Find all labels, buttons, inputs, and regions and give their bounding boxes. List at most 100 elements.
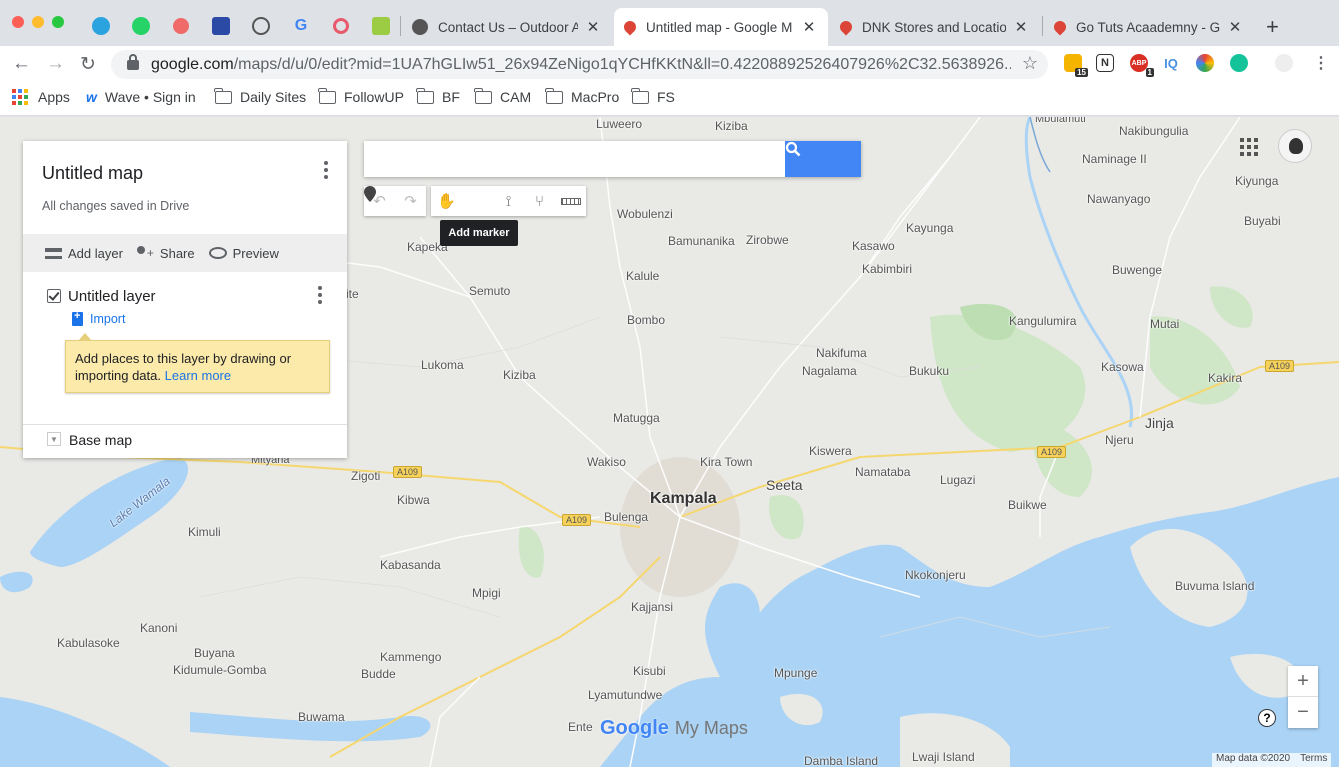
- extension-calendar-icon[interactable]: 15: [1064, 54, 1088, 77]
- tab-contact-us[interactable]: Contact Us – Outdoor Ad ✕: [402, 8, 612, 46]
- map-label: Luweero: [596, 117, 643, 131]
- select-items-button[interactable]: ✋: [431, 186, 462, 216]
- extension-grammarly-icon[interactable]: [1230, 54, 1248, 72]
- bookmark-star-icon[interactable]: ☆: [1022, 53, 1038, 74]
- add-marker-button[interactable]: [364, 186, 493, 216]
- draw-line-button[interactable]: ⟟: [493, 186, 524, 216]
- asana-pinned-tab[interactable]: [168, 13, 194, 39]
- base-map-label[interactable]: Base map: [69, 432, 132, 448]
- close-tab-icon[interactable]: ✕: [1012, 18, 1030, 36]
- map-label: Kanoni: [140, 621, 178, 635]
- bookmark-folder-macpro[interactable]: MacPro: [545, 87, 619, 105]
- layer-options-icon[interactable]: [310, 285, 330, 305]
- map-label: Mpigi: [472, 586, 501, 600]
- import-link[interactable]: Import: [72, 310, 125, 326]
- map-label: Nakibungulia: [1119, 124, 1189, 138]
- wordpress-pinned-tab[interactable]: [248, 13, 274, 39]
- search-button[interactable]: [785, 141, 861, 177]
- new-tab-button[interactable]: +: [1266, 14, 1279, 40]
- close-window-button[interactable]: [12, 16, 24, 28]
- globe-icon: [412, 19, 428, 35]
- map-label: Ente: [568, 720, 593, 734]
- tab-bar: G Contact Us – Outdoor Ad ✕ Untitled map…: [0, 0, 1339, 46]
- google-pinned-tab[interactable]: G: [288, 13, 314, 39]
- map-label: Buwenge: [1112, 263, 1163, 277]
- extension-iq-icon[interactable]: IQ: [1162, 54, 1180, 72]
- reload-button[interactable]: ↻: [80, 53, 96, 76]
- app-pinned-tab[interactable]: [208, 13, 234, 39]
- tab-dnk-stores[interactable]: DNK Stores and Location ✕: [830, 8, 1040, 46]
- map-label: Kabimbiri: [862, 262, 913, 276]
- bookmark-folder-followup[interactable]: FollowUP: [318, 87, 404, 105]
- help-icon[interactable]: ?: [1258, 709, 1276, 727]
- map-label: Matugga: [613, 411, 660, 425]
- bookmark-folder-cam[interactable]: CAM: [474, 87, 531, 105]
- extension-n-icon[interactable]: N: [1096, 54, 1114, 72]
- back-button[interactable]: ←: [12, 53, 31, 75]
- address-bar[interactable]: google.com/maps/d/u/0/edit?mid=1UA7hGLIw…: [111, 50, 1048, 79]
- chevron-down-icon[interactable]: ▼: [47, 432, 61, 446]
- search-input[interactable]: [364, 141, 785, 177]
- extension-color-icon[interactable]: [1196, 54, 1214, 72]
- whatsapp-pinned-tab[interactable]: [128, 13, 154, 39]
- map-options-icon[interactable]: [316, 160, 336, 180]
- map-canvas[interactable]: Luweero Kiziba Mbulamuti Nakibungulia Na…: [0, 117, 1339, 767]
- measure-button[interactable]: [555, 186, 586, 216]
- map-label: Kajjansi: [631, 600, 674, 614]
- maximize-window-button[interactable]: [52, 16, 64, 28]
- tab-untitled-map[interactable]: Untitled map - Google M ✕: [614, 8, 828, 46]
- minimize-window-button[interactable]: [32, 16, 44, 28]
- map-title[interactable]: Untitled map: [42, 163, 143, 184]
- add-layer-button[interactable]: Add layer: [45, 246, 123, 261]
- bookmark-wave[interactable]: w Wave • Sign in: [86, 89, 196, 105]
- map-attribution: Map data ©2020 Terms: [1212, 753, 1332, 767]
- add-directions-button[interactable]: ⑂: [524, 186, 555, 216]
- chrome-menu-icon[interactable]: ⋮: [1312, 54, 1330, 72]
- ruler-icon: [560, 197, 581, 205]
- google-apps-icon[interactable]: [1240, 138, 1258, 156]
- layer-title[interactable]: Untitled layer: [68, 288, 156, 305]
- share-button[interactable]: + Share: [136, 246, 195, 261]
- profile-avatar-icon[interactable]: [1275, 54, 1293, 72]
- extension-adblock-icon[interactable]: ABP 1: [1130, 54, 1154, 77]
- road-shield: A109: [1037, 446, 1067, 458]
- map-label: Kisubi: [633, 664, 666, 678]
- bookmark-apps[interactable]: Apps: [12, 89, 70, 105]
- bookmark-folder-bf[interactable]: BF: [416, 87, 460, 105]
- map-label: Damba Island: [804, 754, 879, 767]
- map-label: Kiziba: [715, 119, 748, 133]
- draw-line-icon: ⟟: [505, 192, 512, 210]
- map-label: Buyabi: [1244, 214, 1281, 228]
- redo-button[interactable]: ↷: [395, 186, 426, 216]
- map-label: Zirobwe: [746, 233, 789, 247]
- close-tab-icon[interactable]: ✕: [584, 18, 602, 36]
- preview-button[interactable]: Preview: [208, 246, 279, 261]
- add-person-icon: +: [136, 246, 154, 260]
- bookmark-folder-daily-sites[interactable]: Daily Sites: [214, 87, 306, 105]
- apps-grid-icon: [12, 89, 28, 105]
- browser-toolbar: ← → ↻ google.com/maps/d/u/0/edit?mid=1UA…: [0, 46, 1339, 82]
- layer-visibility-checkbox[interactable]: [47, 289, 61, 303]
- forward-button[interactable]: →: [46, 53, 65, 75]
- url-text[interactable]: google.com/maps/d/u/0/edit?mid=1UA7hGLIw…: [151, 56, 1011, 74]
- tab-go-tuts[interactable]: Go Tuts Acaademny - Go ✕: [1044, 8, 1254, 46]
- account-avatar[interactable]: [1278, 129, 1312, 163]
- terms-link[interactable]: Terms: [1300, 753, 1327, 767]
- zoom-out-button[interactable]: −: [1288, 697, 1318, 728]
- bookmark-folder-fs[interactable]: FS: [631, 87, 675, 105]
- zoom-in-button[interactable]: +: [1288, 666, 1318, 697]
- wave-icon: w: [86, 89, 97, 105]
- telegram-pinned-tab[interactable]: [88, 13, 114, 39]
- road-shield: A109: [562, 514, 592, 526]
- search-icon: [785, 141, 801, 157]
- close-tab-icon[interactable]: ✕: [1226, 18, 1244, 36]
- b-pinned-tab[interactable]: [368, 13, 394, 39]
- map-label: Nakifuma: [816, 346, 867, 360]
- learn-more-link[interactable]: Learn more: [165, 368, 231, 383]
- map-label: Buwama: [298, 710, 345, 724]
- spiral-pinned-tab[interactable]: [328, 13, 354, 39]
- import-file-icon: [72, 310, 83, 326]
- close-tab-icon[interactable]: ✕: [800, 18, 818, 36]
- map-label: Nkokonjeru: [905, 568, 966, 582]
- map-label: Kammengo: [380, 650, 442, 664]
